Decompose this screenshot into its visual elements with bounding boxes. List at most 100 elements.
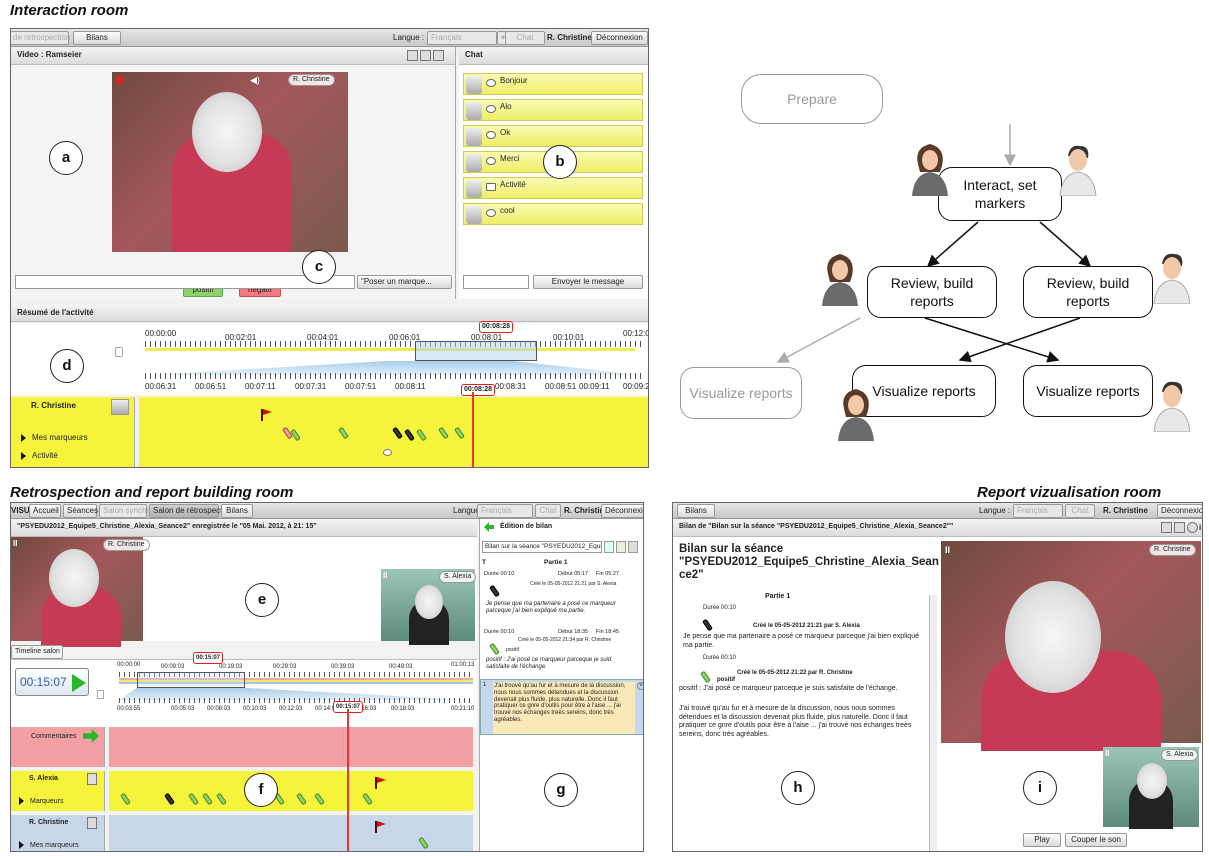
- langue-select[interactable]: Français: [477, 504, 533, 518]
- marker-icon[interactable]: [392, 426, 403, 440]
- speech-bubble-icon[interactable]: [383, 449, 392, 456]
- retrospection-room-title: Retrospection and report building room: [10, 484, 294, 501]
- pause-icon[interactable]: II: [13, 539, 17, 548]
- flag-icon[interactable]: [375, 821, 386, 833]
- tab-seances[interactable]: Séances: [63, 504, 98, 518]
- chat-button[interactable]: Chat: [1065, 504, 1095, 518]
- lane-mes-marqueurs[interactable]: Mes marqueurs: [21, 433, 88, 442]
- node-visualize-2: Visualize reports: [1023, 365, 1153, 417]
- tab-retrospection[interactable]: de rétrospection: [11, 31, 70, 45]
- tick-label: 00:00:00: [145, 329, 177, 338]
- chat-input[interactable]: [463, 275, 529, 289]
- tab-bilans[interactable]: Bilans: [221, 504, 253, 518]
- copy-icon[interactable]: [420, 50, 431, 61]
- save-icon[interactable]: [407, 50, 418, 61]
- send-message-button[interactable]: Envoyer le message: [533, 275, 643, 289]
- edit-icon[interactable]: [616, 541, 626, 553]
- entry-fin: Fin 18:45: [596, 629, 619, 635]
- tab-bilans[interactable]: Bilans: [677, 504, 715, 518]
- comments-lane: [109, 727, 473, 767]
- tick-label: 00:06:51: [195, 382, 227, 391]
- report-room-screenshot: Bilans Langue : Français Chat R. Christi…: [672, 502, 1203, 852]
- tab-timeline-salon[interactable]: Timeline salon: [11, 645, 63, 659]
- add-comment-icon[interactable]: [83, 729, 99, 743]
- chat-message: Alo: [463, 99, 643, 121]
- user-avatar-icon: [466, 102, 482, 120]
- logout-button[interactable]: Déconnexion: [591, 31, 648, 45]
- chat-message: Ok: [463, 125, 643, 147]
- flag-icon[interactable]: [375, 777, 386, 789]
- lane-activite[interactable]: Activité: [21, 451, 58, 460]
- video-feed: R. Christine ◀): [112, 72, 348, 252]
- marker-icon[interactable]: [454, 426, 465, 440]
- bilan-select[interactable]: Bilan sur la séance "PSYEDU2012_Equipe5_…: [482, 541, 602, 553]
- marker-icon[interactable]: [216, 792, 227, 806]
- logout-button[interactable]: Déconnexion: [1157, 504, 1202, 518]
- mute-button[interactable]: Couper le son: [1065, 833, 1127, 847]
- view-icon[interactable]: [628, 541, 638, 553]
- entry-text[interactable]: Je pense que ma partenaire a posé ce mar…: [486, 601, 636, 615]
- marker-icon[interactable]: [438, 426, 449, 440]
- chat-button[interactable]: Chat: [535, 504, 561, 518]
- entry-text-editor[interactable]: J'ai trouvé qu'au fur et à mesure de la …: [493, 682, 635, 734]
- marker-icon[interactable]: [188, 792, 199, 806]
- tab-visu[interactable]: VISU: [11, 506, 30, 515]
- lock-icon[interactable]: [115, 347, 123, 357]
- zoom-window[interactable]: [415, 341, 537, 361]
- langue-select[interactable]: Français: [427, 31, 497, 45]
- marker-icon[interactable]: [120, 792, 131, 806]
- add-icon[interactable]: [604, 541, 614, 553]
- back-arrow-icon[interactable]: [484, 522, 494, 532]
- tab-salon-synchrone[interactable]: Salon synchrone: [99, 504, 163, 518]
- scrollbar[interactable]: [929, 595, 937, 851]
- tab-salon-retrospection[interactable]: Salon de rétrospection: [149, 504, 233, 518]
- pause-icon[interactable]: II: [945, 545, 950, 555]
- chat-text: Ok: [500, 128, 511, 137]
- play-button[interactable]: Play: [1023, 833, 1061, 847]
- lane-header-alexia: S. Alexia Marqueurs: [11, 771, 105, 811]
- logout-button[interactable]: Déconnexion: [601, 504, 643, 518]
- christine-marker-lane: [109, 815, 473, 851]
- microphone-icon[interactable]: [433, 50, 444, 61]
- close-icon[interactable]: ×: [637, 682, 643, 690]
- marker-icon[interactable]: [296, 792, 307, 806]
- langue-label: Langue :: [393, 33, 425, 42]
- marker-icon[interactable]: [290, 428, 301, 442]
- print-icon[interactable]: [1161, 522, 1172, 533]
- blurred-face: [415, 585, 443, 619]
- lane-mes-marqueurs[interactable]: Mes marqueurs: [19, 841, 79, 849]
- tab-bilans[interactable]: Bilans: [73, 31, 121, 45]
- zoom-window[interactable]: [137, 672, 245, 688]
- selected-entry[interactable]: 1 J'ai trouvé qu'au fur et à mesure de l…: [480, 679, 643, 735]
- flag-icon[interactable]: [261, 409, 272, 421]
- marker-input[interactable]: [15, 275, 355, 289]
- tab-accueil[interactable]: Accueil: [29, 504, 61, 518]
- info-icon[interactable]: i: [1199, 523, 1201, 532]
- clock-play[interactable]: 00:15:07: [15, 668, 89, 696]
- entry-text[interactable]: positif : J'ai posé ce marqueur parceque…: [486, 657, 636, 671]
- chat-button[interactable]: Chat: [505, 31, 545, 45]
- marker-icon[interactable]: [202, 792, 213, 806]
- node-review-1: Review, build reports: [867, 266, 997, 318]
- poser-marqueur-button[interactable]: "Poser un marque...: [357, 275, 452, 289]
- woman-user-icon: [912, 144, 948, 196]
- lane-marqueurs[interactable]: Marqueurs: [19, 797, 63, 805]
- marker-icon[interactable]: [362, 792, 373, 806]
- pause-icon[interactable]: II: [1105, 749, 1109, 758]
- pause-icon[interactable]: II: [383, 571, 387, 580]
- marker-icon[interactable]: [164, 792, 175, 806]
- tick-label: 00:09:2: [623, 382, 649, 391]
- marker-icon[interactable]: [338, 426, 349, 440]
- speech-bubble-icon: [486, 157, 496, 165]
- marker-icon[interactable]: [404, 428, 415, 442]
- settings-icon[interactable]: [1187, 522, 1198, 533]
- layout-icon[interactable]: [1174, 522, 1185, 533]
- lock-icon[interactable]: [97, 690, 104, 699]
- play-icon[interactable]: [72, 674, 86, 692]
- volume-icon[interactable]: ◀): [250, 75, 260, 86]
- marker-icon[interactable]: [416, 428, 427, 442]
- marker-icon[interactable]: [418, 836, 429, 850]
- user-avatar-icon: [111, 399, 129, 415]
- langue-select[interactable]: Français: [1013, 504, 1063, 518]
- marker-icon[interactable]: [314, 792, 325, 806]
